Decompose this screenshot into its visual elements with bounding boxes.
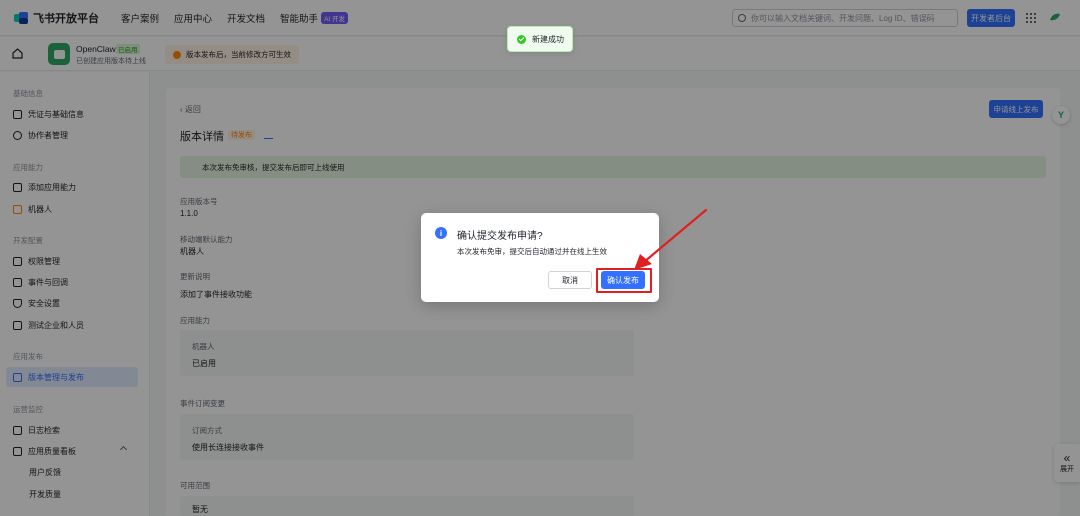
cancel-button[interactable]: 取消 [548,271,592,289]
success-toast: 新建成功 [507,26,573,52]
toast-text: 新建成功 [532,34,564,44]
annotation-arrow-icon [634,208,708,270]
dialog-title: 确认提交发布申请? [457,231,543,242]
info-icon: i [435,227,447,239]
dialog-body: 本次发布免审，提交后自动通过并在线上生效 [457,247,607,256]
check-circle-icon [517,34,526,44]
